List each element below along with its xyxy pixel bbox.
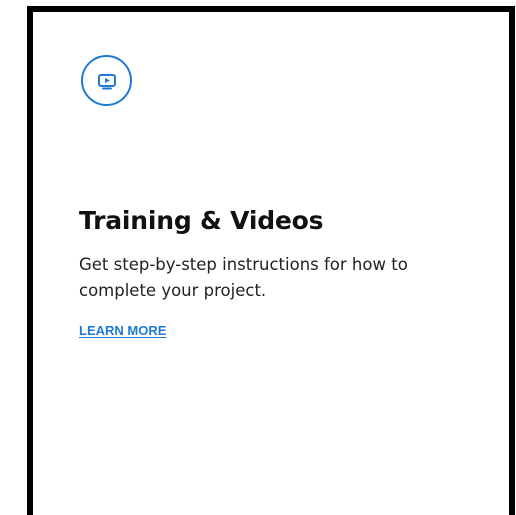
training-videos-card: Training & Videos Get step-by-step instr…: [27, 6, 515, 515]
card-title: Training & Videos: [79, 206, 324, 235]
play-screen-glyph: [97, 73, 116, 89]
card-description: Get step-by-step instructions for how to…: [79, 255, 408, 300]
video-play-icon: [81, 55, 132, 106]
learn-more-link[interactable]: LEARN MORE: [79, 323, 166, 338]
